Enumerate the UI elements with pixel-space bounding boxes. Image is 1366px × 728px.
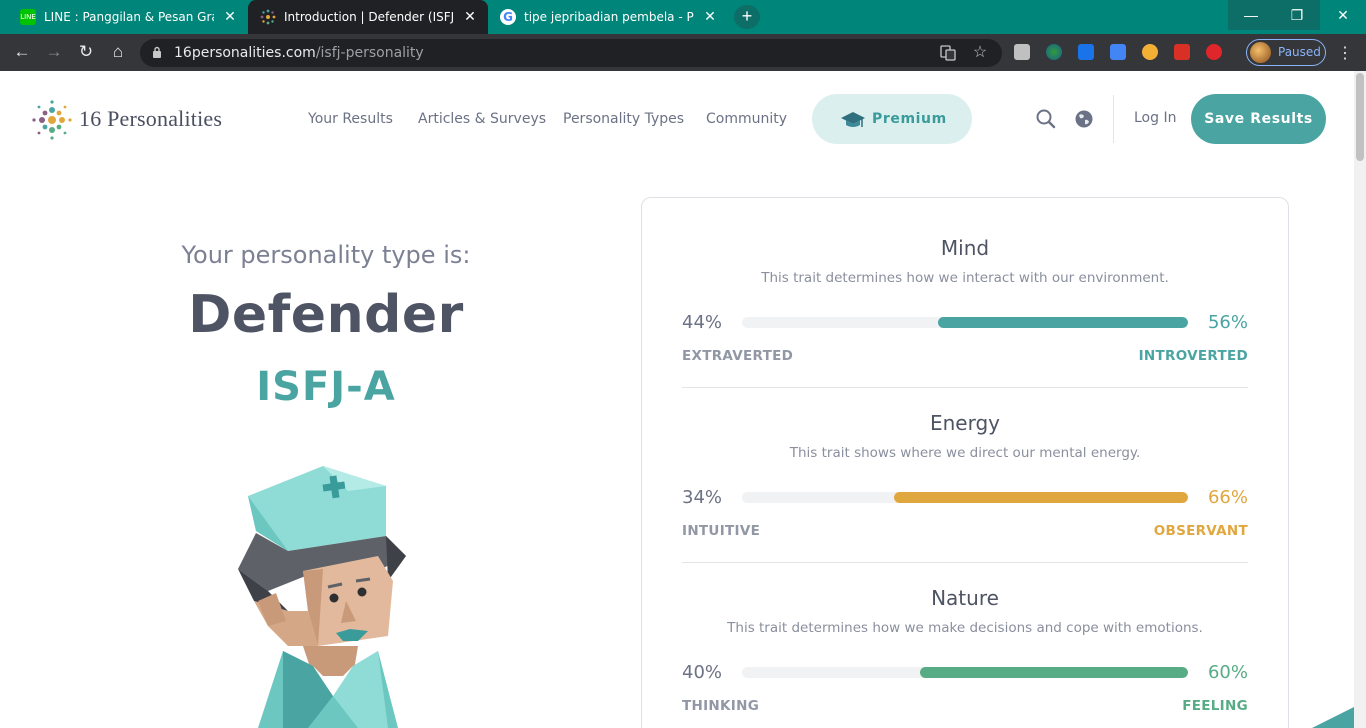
save-results-button[interactable]: Save Results: [1191, 94, 1326, 144]
search-icon[interactable]: [1035, 108, 1057, 130]
trait-bar: [742, 317, 1188, 328]
graduation-cap-icon: [841, 112, 865, 127]
trait-left-label: EXTRAVERTED: [682, 348, 794, 364]
logo-icon: [32, 100, 72, 140]
personality-type-name: Defender: [188, 285, 464, 345]
url-host: 16personalities.com: [174, 45, 316, 61]
trait-left-label: THINKING: [682, 698, 760, 714]
trait-bar-fill: [938, 317, 1188, 328]
trait-right-percent: 56%: [1207, 312, 1248, 333]
profile-status: Paused: [1278, 45, 1321, 59]
premium-button[interactable]: Premium: [812, 94, 972, 144]
minimize-button[interactable]: —: [1228, 0, 1274, 30]
nav-personality-types[interactable]: Personality Types: [563, 111, 684, 127]
adblock-extension-icon[interactable]: [1206, 44, 1222, 60]
trait-description: This trait determines how we interact wi…: [761, 270, 1169, 286]
bee-extension-icon[interactable]: [1142, 44, 1158, 60]
trait-title: Nature: [931, 586, 999, 610]
tab-title: LINE : Panggilan & Pesan Gratis: [44, 10, 214, 24]
site-logo[interactable]: 16 Personalities: [31, 98, 231, 142]
tab-google[interactable]: G tipe jepribadian pembela - Penelusuran…: [488, 0, 728, 34]
personality-type-code: ISFJ-A: [256, 364, 396, 410]
google-icon: G: [500, 9, 516, 25]
tab-line[interactable]: LINE LINE : Panggilan & Pesan Gratis ✕: [8, 0, 248, 34]
trait-description: This trait shows where we direct our men…: [789, 445, 1141, 461]
profile-button[interactable]: Paused: [1246, 39, 1326, 66]
trait-title: Energy: [929, 411, 1001, 435]
tab-title: tipe jepribadian pembela - Penelusuran G…: [524, 10, 694, 24]
trait-divider: [682, 562, 1248, 563]
bookmark-star-icon[interactable]: ☆: [972, 45, 988, 61]
trait-right-percent: 60%: [1207, 662, 1248, 683]
close-window-button[interactable]: ✕: [1320, 0, 1366, 30]
camera-extension-icon[interactable]: [1014, 44, 1030, 60]
trait-left-percent: 44%: [682, 312, 723, 333]
header-divider: [1113, 95, 1114, 143]
trait-bar: [742, 492, 1188, 503]
trait-right-label: OBSERVANT: [1153, 523, 1248, 539]
logo-text: 16 Personalities: [79, 106, 223, 131]
back-button[interactable]: ←: [10, 40, 34, 64]
new-tab-button[interactable]: +: [734, 5, 760, 29]
trait-divider: [682, 387, 1248, 388]
trait-bar: [742, 667, 1188, 678]
translate-icon[interactable]: [940, 45, 956, 61]
tab-close-icon[interactable]: ✕: [462, 9, 478, 25]
browser-toolbar: ← → ↻ ⌂ 16personalities.com/isfj-persona…: [0, 34, 1366, 71]
traits-card: Mind This trait determines how we intera…: [641, 197, 1289, 728]
address-bar[interactable]: 16personalities.com/isfj-personality ☆: [140, 39, 1002, 67]
trait-title: Mind: [940, 236, 990, 260]
login-link[interactable]: Log In: [1134, 110, 1176, 126]
avatar: [1250, 42, 1271, 63]
reload-button[interactable]: ↻: [74, 40, 98, 64]
browser-menu-icon[interactable]: ⋮: [1337, 43, 1353, 63]
forward-button[interactable]: →: [42, 40, 66, 64]
download-extension-icon[interactable]: [1078, 44, 1094, 60]
trait-right-label: INTROVERTED: [1138, 348, 1248, 364]
url-path: /isfj-personality: [315, 45, 424, 61]
nav-articles-surveys[interactable]: Articles & Surveys: [418, 111, 546, 127]
trait-description: This trait determines how we make decisi…: [727, 620, 1203, 636]
browser-tab-strip: LINE LINE : Panggilan & Pesan Gratis ✕ I…: [0, 0, 1366, 34]
language-globe-icon[interactable]: [1073, 108, 1095, 130]
google-translate-extension-icon[interactable]: [1110, 44, 1126, 60]
trait-right-label: FEELING: [1182, 698, 1248, 714]
trait-right-percent: 66%: [1207, 487, 1248, 508]
trait-left-label: INTUITIVE: [682, 523, 761, 539]
tab-16personalities[interactable]: Introduction | Defender (ISFJ) Personali…: [248, 0, 488, 34]
page-scrollbar[interactable]: [1354, 71, 1366, 728]
trait-left-percent: 40%: [682, 662, 723, 683]
tab-title: Introduction | Defender (ISFJ) Personali…: [284, 10, 454, 24]
home-button[interactable]: ⌂: [106, 40, 130, 64]
trait-left-percent: 34%: [682, 487, 723, 508]
page-content: 16 Personalities Your Results Articles &…: [0, 71, 1366, 728]
restore-button[interactable]: ❐: [1274, 0, 1320, 30]
trait-bar-fill: [893, 492, 1188, 503]
globe-extension-icon[interactable]: [1046, 44, 1062, 60]
defender-character-illustration: [238, 466, 406, 728]
16personalities-icon: [260, 9, 276, 25]
premium-label: Premium: [872, 111, 947, 127]
nav-your-results[interactable]: Your Results: [308, 111, 393, 127]
tab-close-icon[interactable]: ✕: [702, 9, 718, 25]
trait-bar-fill: [920, 667, 1188, 678]
personality-type-label: Your personality type is:: [181, 241, 471, 269]
line-icon: LINE: [20, 9, 36, 25]
nav-community[interactable]: Community: [706, 111, 787, 127]
video-extension-icon[interactable]: [1174, 44, 1190, 60]
scrollbar-thumb[interactable]: [1356, 73, 1364, 161]
lock-icon: [153, 46, 161, 58]
url-text: 16personalities.com/isfj-personality: [174, 45, 424, 61]
tab-close-icon[interactable]: ✕: [222, 9, 238, 25]
